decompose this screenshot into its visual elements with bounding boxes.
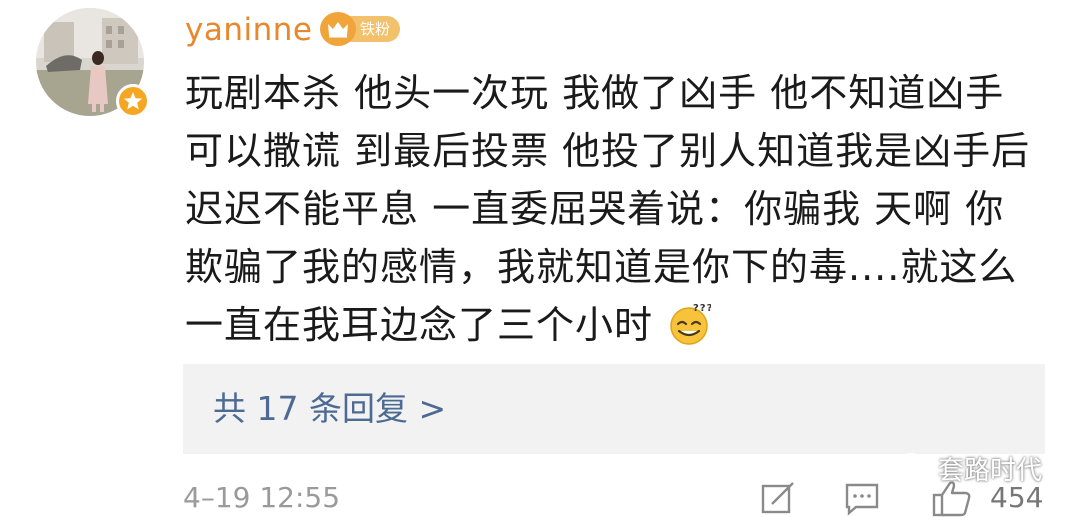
timestamp: 4–19 12:55 — [183, 481, 341, 514]
comment-line: 玩剧本杀 他头一次玩 我做了凶手 他不知道凶手 — [185, 71, 1005, 115]
doge-sweat-emoji-icon: ??? — [667, 302, 712, 346]
crown-icon — [320, 12, 356, 46]
verified-badge-icon — [116, 84, 150, 118]
comment-line: 迟迟不能平息 一直委屈哭着说：你骗我 天啊 你 — [185, 187, 1005, 231]
share-icon[interactable] — [760, 480, 796, 520]
comment-line: 欺骗了我的感情，我就知道是你下的毒....就这么 — [185, 245, 1018, 289]
comment-line-last: 一直在我耳边念了三个小时 ??? — [185, 296, 1045, 354]
like-count: 454 — [990, 481, 1044, 514]
comment-icon[interactable] — [844, 480, 880, 520]
view-replies-link[interactable]: 共 17 条回复 > — [213, 388, 446, 430]
replies-box[interactable]: 共 17 条回复 > — [183, 364, 1045, 454]
thumbs-up-icon[interactable] — [932, 480, 972, 520]
wechat-icon — [898, 451, 932, 486]
fan-badge[interactable]: 铁粉 — [320, 12, 401, 46]
comment-text: 玩剧本杀 他头一次玩 我做了凶手 他不知道凶手 可以撒谎 到最后投票 他投了别人… — [185, 64, 1045, 354]
comment-line: 可以撒谎 到最后投票 他投了别人知道我是凶手后 — [185, 129, 1031, 173]
username[interactable]: yaninne — [185, 10, 312, 50]
svg-text:???: ??? — [693, 303, 711, 314]
comment-card: yaninne 铁粉 玩剧本杀 他头一次玩 我做了凶手 他不知道凶手 可以撒谎 … — [0, 0, 1080, 520]
comment-line-text: 一直在我耳边念了三个小时 — [185, 303, 654, 347]
